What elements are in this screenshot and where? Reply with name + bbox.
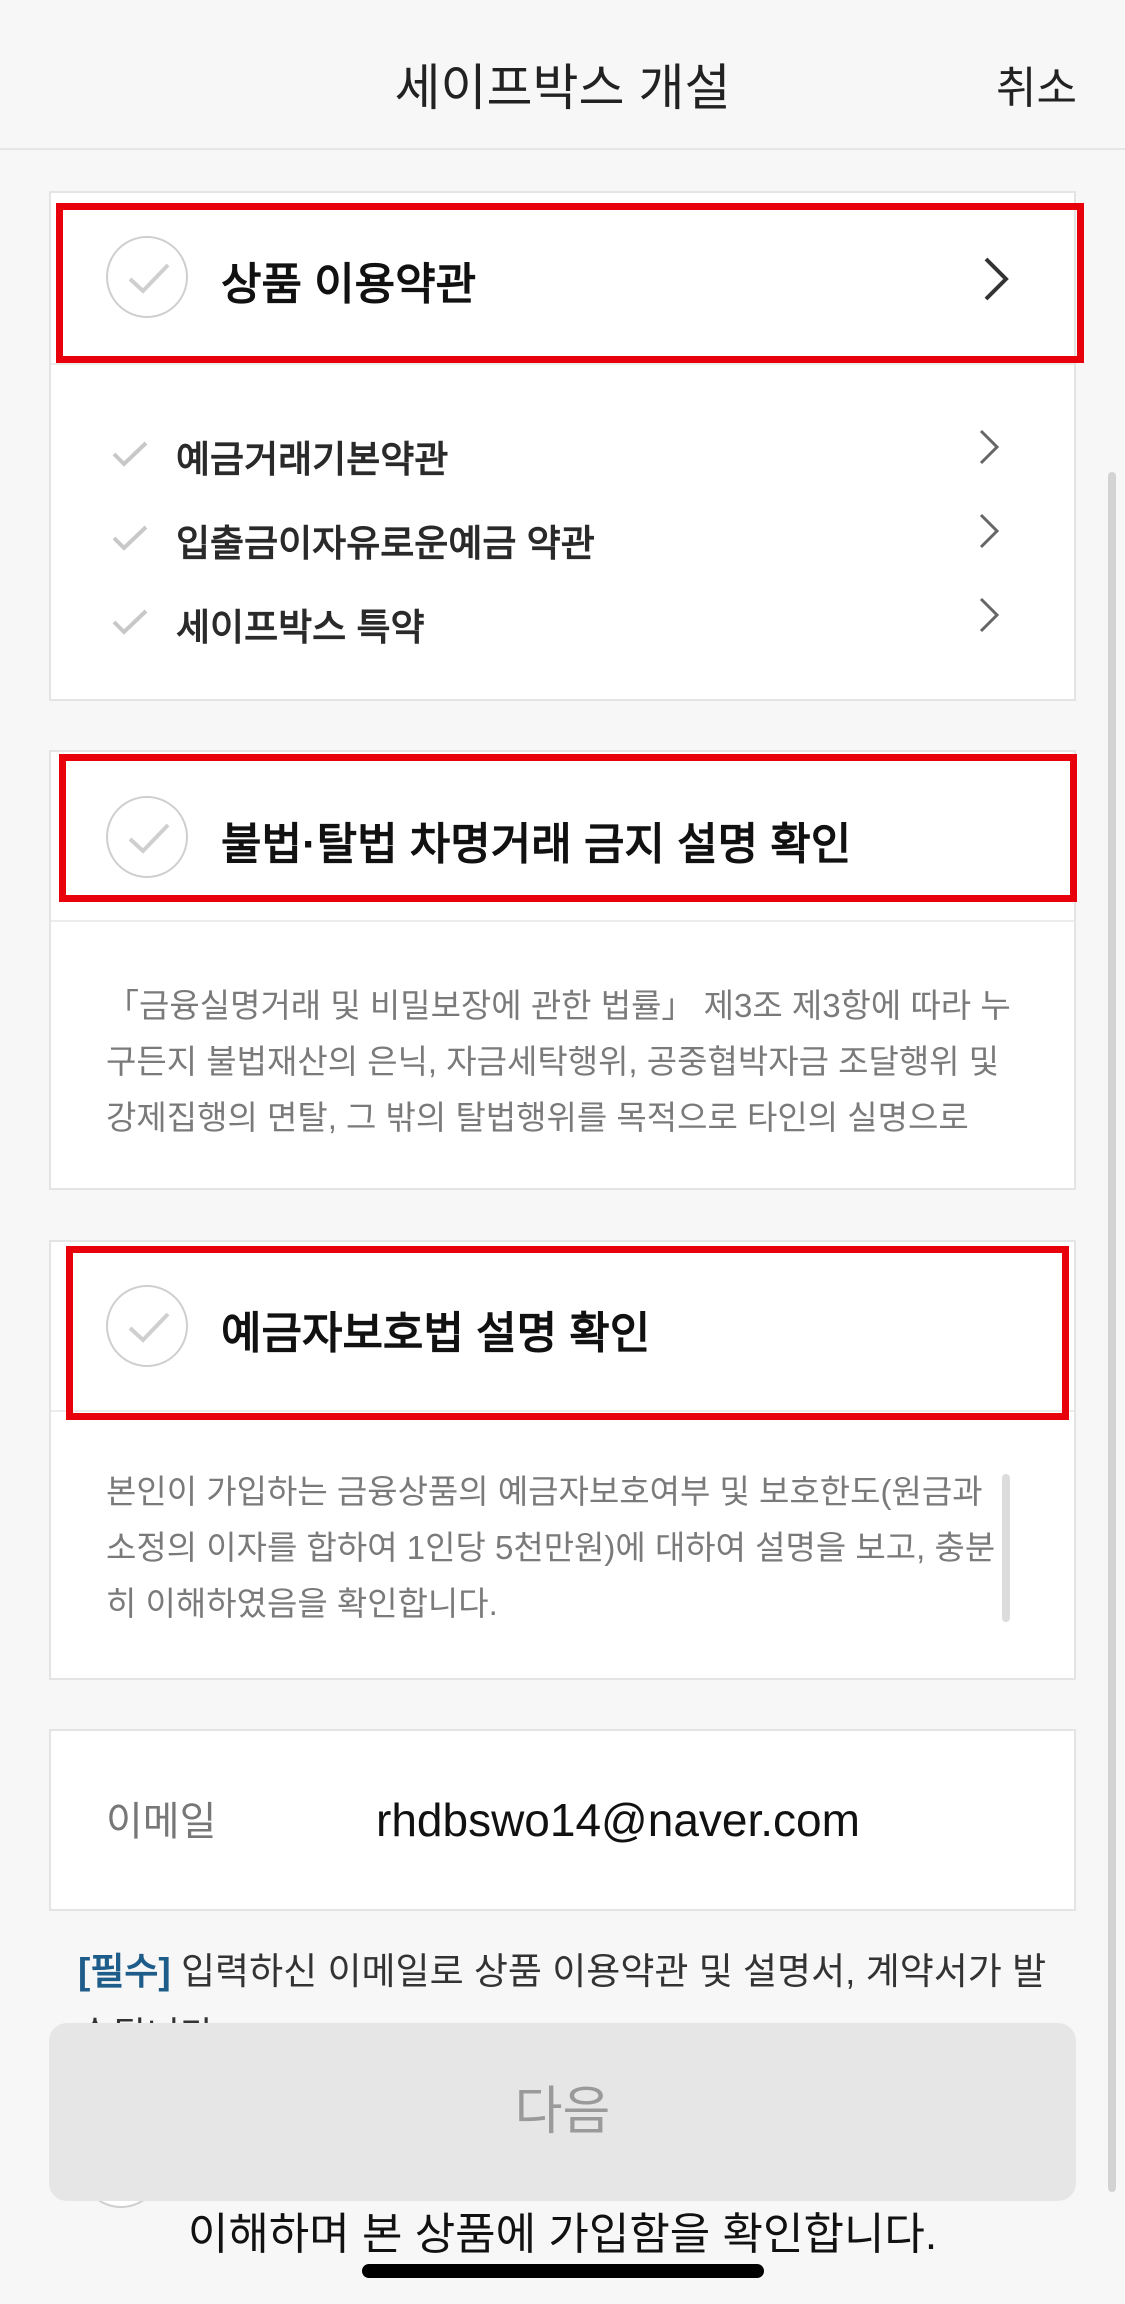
- confirm-text: 이해하며 본 상품에 가입함을 확인합니다.: [187, 2210, 938, 2259]
- terms-item[interactable]: 세이프박스 특약: [111, 593, 1011, 653]
- email-card: 이메일 rhdbswo14@naver.com: [49, 1729, 1076, 1911]
- description-line: 구든지 불법재산의 은닉, 자금세탁행위, 공중협박자금 조달행위 및: [106, 1043, 1000, 1080]
- email-field[interactable]: rhdbswo14@naver.com: [376, 1793, 860, 1847]
- divider: [51, 920, 1074, 922]
- required-tag: [필수]: [78, 1951, 171, 1992]
- description-scrollbar[interactable]: [1002, 1474, 1010, 1622]
- chevron-right-icon[interactable]: [977, 511, 1001, 551]
- terms-item[interactable]: 예금거래기본약관: [111, 425, 1011, 485]
- illegal-description: 「금융실명거래 및 비밀보장에 관한 법률」 제3조 제3항에 따라 누 구든지…: [106, 978, 1076, 1146]
- description-line: 히 이해하였음을 확인합니다.: [106, 1585, 498, 1622]
- terms-item[interactable]: 입출금이자유로운예금 약관: [111, 509, 1011, 569]
- chevron-right-icon[interactable]: [977, 427, 1001, 467]
- description-line: 본인이 가입하는 금융상품의 예금자보호여부 및 보호한도(원금과: [106, 1473, 983, 1510]
- page-scrollbar[interactable]: [1108, 472, 1116, 2192]
- highlight-box: [56, 203, 1084, 363]
- next-button[interactable]: 다음: [49, 2023, 1076, 2201]
- email-label: 이메일: [106, 1800, 217, 1844]
- terms-item-label: 입출금이자유로운예금 약관: [176, 523, 595, 564]
- highlight-box: [66, 1246, 1069, 1420]
- page-title: 세이프박스 개설: [394, 60, 731, 116]
- divider: [51, 363, 1074, 365]
- terms-item-label: 예금거래기본약관: [176, 439, 449, 480]
- cancel-button[interactable]: 취소: [996, 52, 1077, 116]
- description-line: 소정의 이자를 합하여 1인당 5천만원)에 대하여 설명을 보고, 충분: [106, 1529, 996, 1566]
- highlight-box: [59, 754, 1077, 902]
- description-line: 「금융실명거래 및 비밀보장에 관한 법률」 제3조 제3항에 따라 누: [106, 987, 1011, 1024]
- home-indicator: [362, 2264, 764, 2278]
- check-icon: [112, 441, 148, 467]
- chevron-right-icon[interactable]: [977, 595, 1001, 635]
- header-bar: 세이프박스 개설 취소: [0, 0, 1125, 150]
- check-icon: [112, 609, 148, 635]
- check-icon: [112, 525, 148, 551]
- protection-description: 본인이 가입하는 금융상품의 예금자보호여부 및 보호한도(원금과 소정의 이자…: [106, 1464, 1076, 1632]
- description-line: 강제집행의 면탈, 그 밖의 탈법행위를 목적으로 타인의 실명으로: [106, 1099, 969, 1136]
- terms-item-label: 세이프박스 특약: [176, 607, 425, 648]
